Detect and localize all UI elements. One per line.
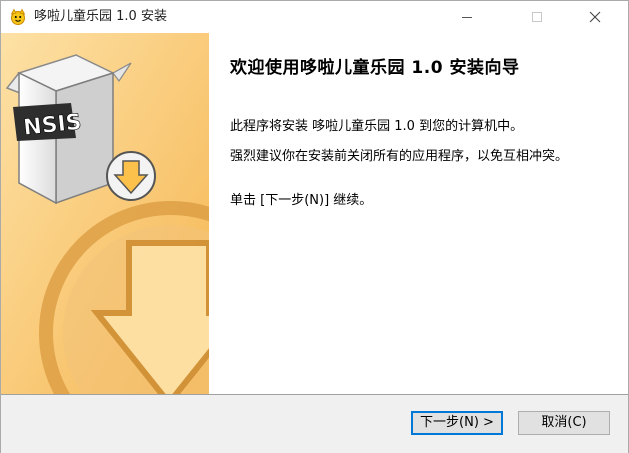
next-button[interactable]: 下一步(N) >	[411, 411, 503, 435]
content-area: NSIS 欢迎使用哆啦儿童乐园 1.0 安装向导 此程序将安装 哆啦儿童乐园 1…	[1, 33, 628, 394]
installer-banner: NSIS	[1, 33, 209, 394]
continue-instruction: 单击 [下一步(N)] 继续。	[230, 193, 373, 208]
cancel-button[interactable]: 取消(C)	[518, 411, 610, 435]
welcome-heading: 欢迎使用哆啦儿童乐园 1.0 安装向导	[230, 58, 520, 78]
app-icon	[9, 8, 27, 26]
install-description: 此程序将安装 哆啦儿童乐园 1.0 到您的计算机中。	[230, 119, 524, 134]
close-button[interactable]	[572, 1, 618, 33]
close-icon	[589, 11, 601, 23]
close-apps-advice: 强烈建议你在安装前关闭所有的应用程序，以免互相冲突。	[230, 149, 569, 164]
minimize-icon	[462, 17, 472, 18]
minimize-button[interactable]	[444, 1, 490, 33]
maximize-button[interactable]	[514, 1, 560, 33]
button-bar: 下一步(N) > 取消(C)	[1, 394, 628, 453]
title-bar[interactable]: 哆啦儿童乐园 1.0 安装	[1, 1, 628, 33]
window-title: 哆啦儿童乐园 1.0 安装	[34, 9, 167, 24]
installer-window: 哆啦儿童乐园 1.0 安装 NSIS 欢迎使用哆啦儿童乐园 1.0 安装向导 此…	[0, 0, 629, 453]
maximize-icon	[532, 12, 542, 22]
